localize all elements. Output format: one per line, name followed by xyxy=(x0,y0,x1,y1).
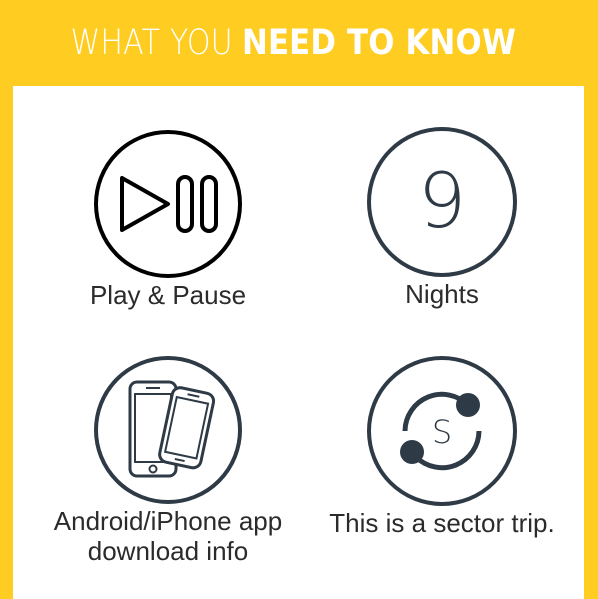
item-label: Play & Pause xyxy=(89,280,247,310)
nights-number: 9 xyxy=(418,156,466,245)
number-nine-icon: 9 xyxy=(367,127,517,277)
sector-letter: S xyxy=(432,413,452,451)
info-item-nights: 9 Nights xyxy=(317,125,567,309)
info-panel: Play & Pause 9 Nights Android/iPhone app… xyxy=(13,86,584,599)
info-item-app-download: Android/iPhone app download info xyxy=(43,354,293,566)
item-label: This is a sector trip. xyxy=(329,508,555,538)
play-pause-icon xyxy=(94,130,242,278)
header-title-bold: NEED TO KNOW xyxy=(242,23,517,63)
card-header: WHAT YOU NEED TO KNOW xyxy=(0,0,598,86)
mobile-devices-icon xyxy=(94,356,242,504)
info-item-play-pause: Play & Pause xyxy=(43,128,293,310)
item-label: Nights xyxy=(405,279,479,309)
sector-trip-icon: S xyxy=(367,356,517,506)
item-label: Android/iPhone app download info xyxy=(53,506,283,566)
info-card: WHAT YOU NEED TO KNOW Play & Pause 9 Nig… xyxy=(0,0,598,599)
header-title-light: WHAT YOU xyxy=(70,23,234,63)
info-item-sector-trip: S This is a sector trip. xyxy=(317,354,567,538)
